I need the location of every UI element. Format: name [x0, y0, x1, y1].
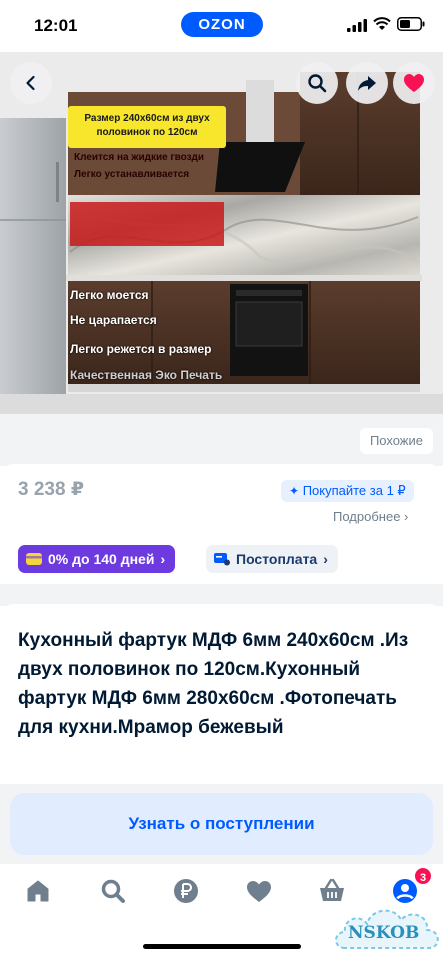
- battery-icon: [397, 17, 425, 31]
- share-arrow-icon: [358, 76, 376, 91]
- ozon-logo: OZON: [181, 12, 263, 37]
- search-icon: [308, 74, 327, 93]
- promo-size-label: Размер 240x60см из двух половинок по 120…: [68, 106, 226, 148]
- wifi-icon: [373, 17, 391, 30]
- heart-icon: [404, 74, 424, 92]
- status-time: 12:01: [34, 16, 78, 35]
- promo-red-overlay: [70, 202, 224, 246]
- chevron-right-icon: ›: [323, 551, 328, 567]
- status-bar: 12:01 OZON: [0, 0, 443, 52]
- postpay-chip[interactable]: Постоплата ›: [206, 545, 338, 573]
- buy-for-one-ruble-badge[interactable]: ✦ Покупайте за 1 ₽: [281, 480, 414, 502]
- watermark-label: NSKOB: [348, 923, 420, 943]
- similar-button[interactable]: Похожие: [359, 428, 433, 454]
- section-divider: [0, 584, 443, 606]
- card-icon: [26, 553, 42, 565]
- heart-icon[interactable]: [245, 877, 273, 905]
- search-button[interactable]: [296, 62, 338, 104]
- promo-glue-text: Клеится на жидкие гвозди: [74, 152, 205, 163]
- similar-row: Похожие: [0, 414, 443, 466]
- feature-washable: Легко моется: [70, 288, 149, 302]
- promo-install-text: Легко устанавливается: [74, 169, 190, 180]
- sparkle-icon: ✦: [289, 484, 300, 498]
- postpay-wallet-icon: [214, 553, 230, 566]
- notify-availability-button[interactable]: Узнать о поступлении: [10, 793, 433, 855]
- feature-scratch-resistant: Не царапается: [70, 313, 157, 327]
- ruble-icon[interactable]: [172, 877, 200, 905]
- price: 3 238 ₽: [18, 479, 85, 500]
- chevron-left-icon: [26, 75, 35, 91]
- more-details-link[interactable]: Подробнее ›: [333, 509, 408, 524]
- profile-notification-badge: 3: [413, 866, 433, 886]
- feature-eco-print: Качественная Эко Печать: [70, 368, 223, 382]
- back-button[interactable]: [10, 62, 52, 104]
- search-icon[interactable]: [99, 877, 127, 905]
- buy-for-label: Покупайте за 1 ₽: [302, 483, 406, 498]
- installment-chip[interactable]: 0% до 140 дней ›: [18, 545, 176, 573]
- home-indicator: [143, 944, 301, 949]
- installment-label: 0% до 140 дней: [48, 551, 155, 567]
- home-icon[interactable]: [24, 877, 52, 905]
- product-title: Кухонный фартук МДФ 6мм 240x60см .Из дву…: [18, 630, 409, 738]
- feature-easy-cut: Легко режется в размер: [70, 342, 212, 356]
- chevron-right-icon: ›: [160, 551, 166, 567]
- share-button[interactable]: [346, 62, 388, 104]
- postpay-label: Постоплата: [236, 551, 318, 567]
- favorite-button[interactable]: [393, 62, 435, 104]
- cellular-signal-icon: [347, 19, 367, 32]
